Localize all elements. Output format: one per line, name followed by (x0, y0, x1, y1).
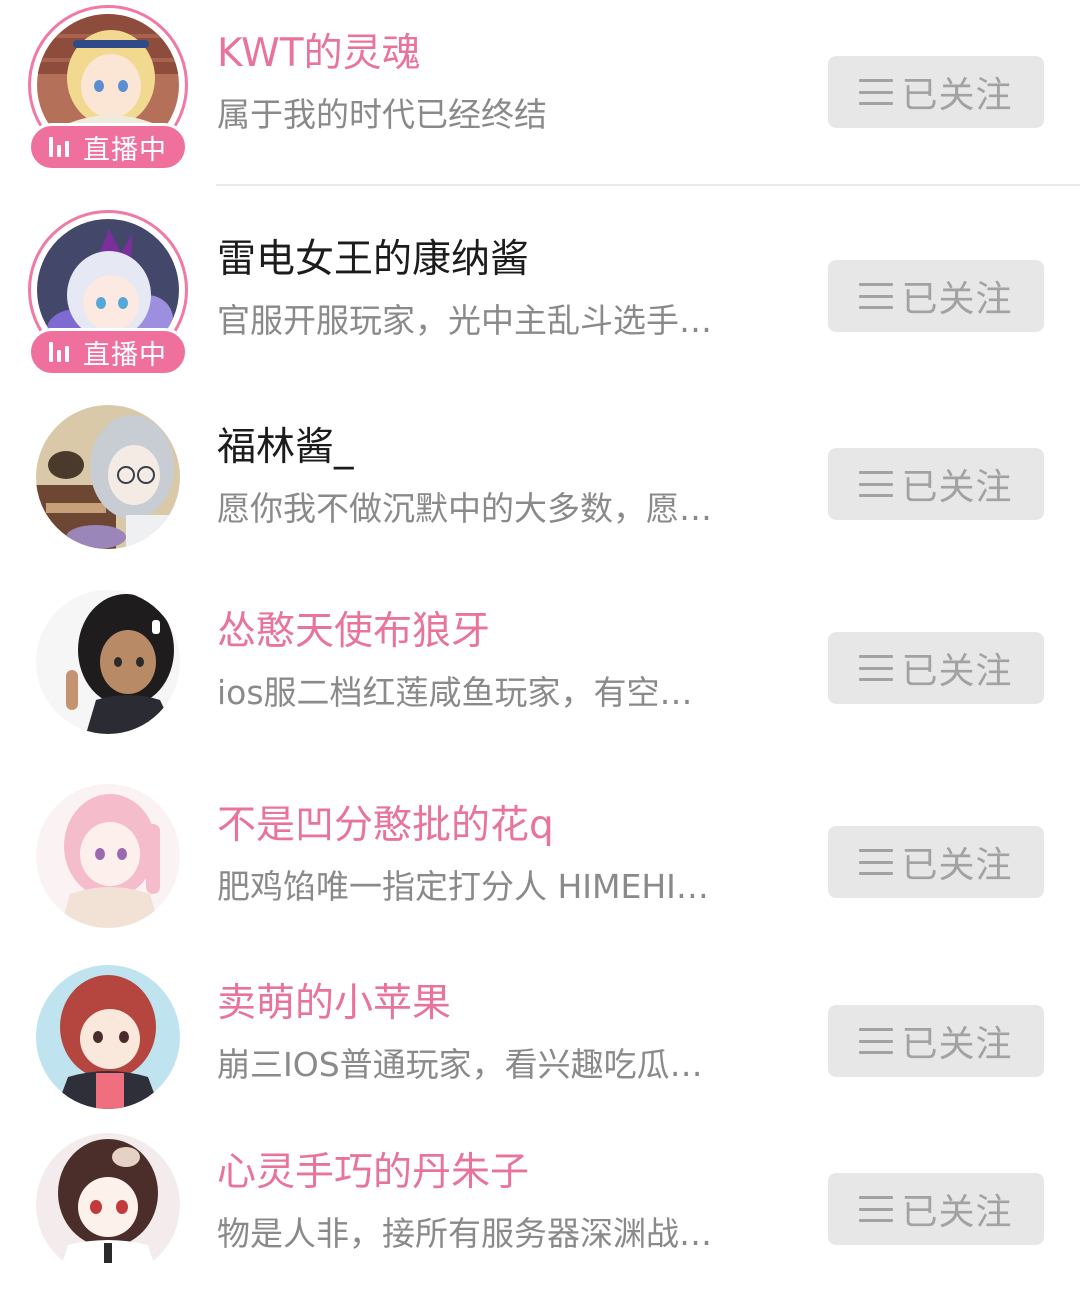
avatar[interactable] (36, 965, 180, 1109)
user-bio: 属于我的时代已经终结 (217, 95, 547, 134)
list-item[interactable]: 直播中 KWT的灵魂 属于我的时代已经终结 已关注 (0, 0, 1080, 186)
live-bars-icon (49, 137, 73, 157)
user-bio: 崩三IOS普通玩家，看兴趣吃瓜… (217, 1045, 703, 1084)
user-name[interactable]: KWT的灵魂 (217, 30, 421, 78)
menu-icon (859, 471, 894, 497)
menu-icon (859, 655, 894, 681)
followed-button[interactable]: 已关注 (828, 1005, 1044, 1077)
user-name[interactable]: 不是凹分憨批的花q (217, 802, 554, 850)
user-bio: ios服二档红莲咸鱼玩家，有空… (217, 673, 693, 712)
user-bio: 官服开服玩家，光中主乱斗选手… (217, 301, 712, 340)
list-item[interactable]: 不是凹分憨批的花q 肥鸡馅唯一指定打分人 HIMEHI… 已关注 (0, 770, 1080, 960)
followed-button-label: 已关注 (901, 75, 1013, 116)
user-bio: 物是人非，接所有服务器深渊战… (217, 1214, 712, 1253)
followed-button[interactable]: 已关注 (828, 1173, 1044, 1245)
followed-button[interactable]: 已关注 (828, 260, 1044, 332)
avatar[interactable]: 直播中 (28, 5, 188, 171)
live-badge-label: 直播中 (83, 134, 167, 166)
followed-button-label: 已关注 (901, 1024, 1013, 1065)
list-item[interactable]: 卖萌的小苹果 崩三IOS普通玩家，看兴趣吃瓜… 已关注 (0, 955, 1080, 1130)
followed-button-label: 已关注 (901, 845, 1013, 886)
live-badge: 直播中 (28, 328, 188, 376)
avatar[interactable] (36, 1133, 180, 1277)
followed-button-label: 已关注 (901, 467, 1013, 508)
followed-button-label: 已关注 (901, 651, 1013, 692)
avatar[interactable] (36, 784, 180, 928)
menu-icon (859, 79, 894, 105)
menu-icon (859, 1028, 894, 1054)
live-bars-icon (49, 342, 73, 362)
user-name[interactable]: 卖萌的小苹果 (217, 980, 451, 1028)
divider (216, 184, 1080, 186)
list-item[interactable]: 怂憨天使布狼牙 ios服二档红莲咸鱼玩家，有空… 已关注 (0, 580, 1080, 770)
avatar[interactable] (36, 405, 180, 549)
list-item[interactable]: 心灵手巧的丹朱子 物是人非，接所有服务器深渊战… 已关注 (0, 1125, 1080, 1290)
list-item[interactable]: 直播中 雷电女王的康纳酱 官服开服玩家，光中主乱斗选手… 已关注 (0, 190, 1080, 384)
user-name[interactable]: 怂憨天使布狼牙 (217, 608, 490, 656)
user-name[interactable]: 雷电女王的康纳酱 (217, 236, 529, 284)
followed-button[interactable]: 已关注 (828, 632, 1044, 704)
live-badge-label: 直播中 (83, 339, 167, 371)
followed-button-label: 已关注 (901, 1192, 1013, 1233)
followed-button[interactable]: 已关注 (828, 448, 1044, 520)
user-name[interactable]: 心灵手巧的丹朱子 (217, 1149, 529, 1197)
following-list: 直播中 KWT的灵魂 属于我的时代已经终结 已关注 直播中 雷电女王的康纳酱 官… (0, 0, 1080, 1290)
live-badge: 直播中 (28, 123, 188, 171)
user-bio: 肥鸡馅唯一指定打分人 HIMEHI… (217, 867, 709, 906)
user-name[interactable]: 福林酱_ (217, 424, 354, 472)
followed-button[interactable]: 已关注 (828, 826, 1044, 898)
menu-icon (859, 849, 894, 875)
followed-button[interactable]: 已关注 (828, 56, 1044, 128)
menu-icon (859, 1196, 894, 1222)
avatar[interactable]: 直播中 (28, 210, 188, 376)
user-bio: 愿你我不做沉默中的大多数，愿… (217, 489, 712, 528)
avatar[interactable] (36, 590, 180, 734)
menu-icon (859, 283, 894, 309)
list-item[interactable]: 福林酱_ 愿你我不做沉默中的大多数，愿… 已关注 (0, 390, 1080, 580)
followed-button-label: 已关注 (901, 279, 1013, 320)
